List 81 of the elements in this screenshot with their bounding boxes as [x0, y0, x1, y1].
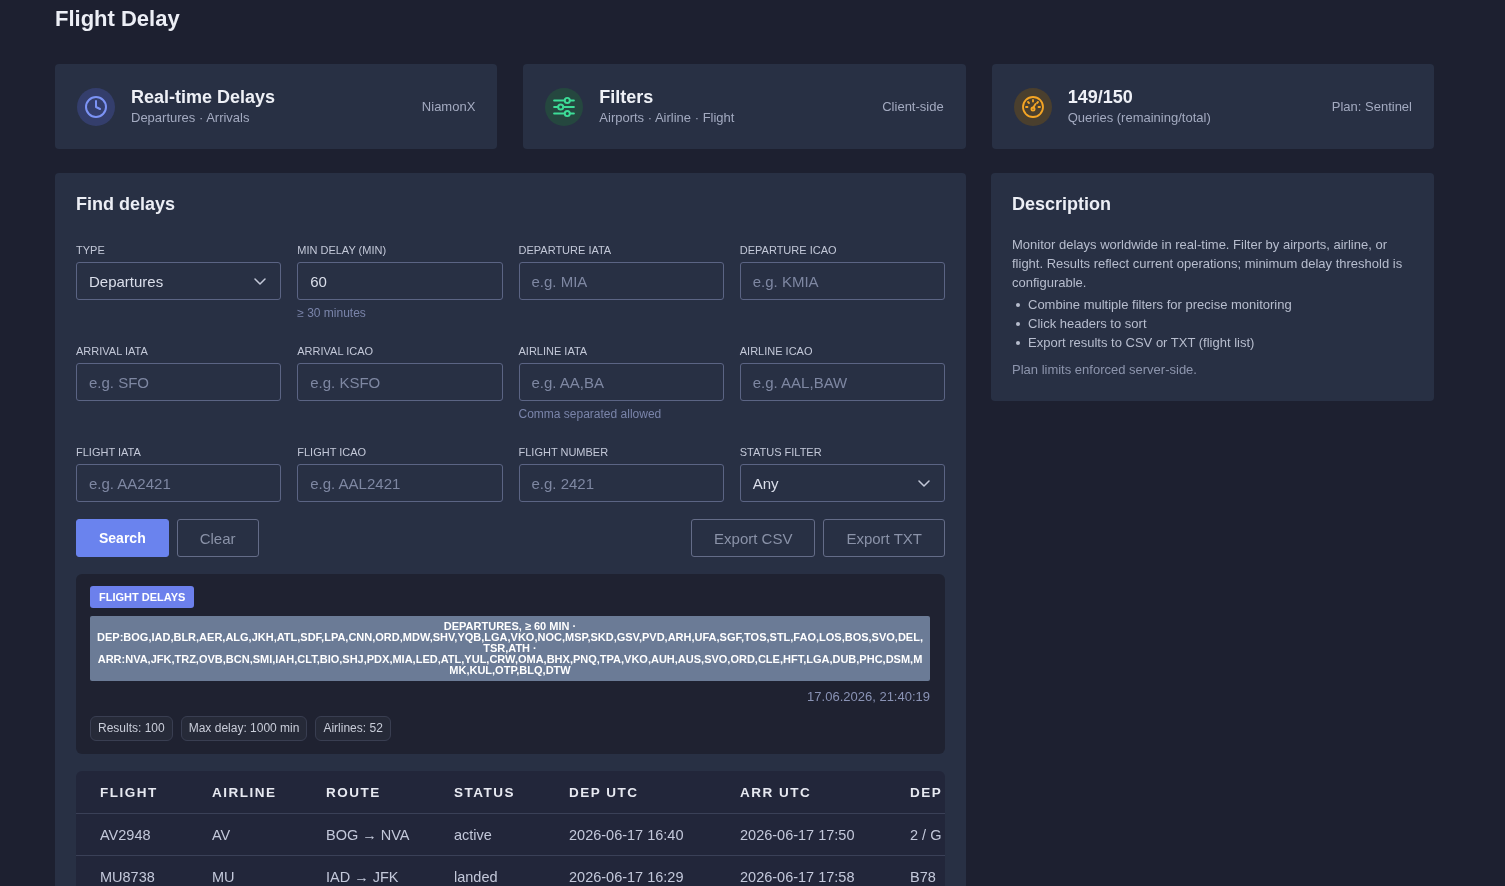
- list-item-text: Export results to CSV or TXT (flight list): [1028, 334, 1255, 352]
- card-title: Real-time Delays: [131, 86, 277, 108]
- card-tag: Plan: Sentinel: [1331, 99, 1412, 114]
- list-item-text: Combine multiple filters for precise monitoring: [1028, 296, 1292, 314]
- table-cell: 2026-06-17 16:40: [569, 826, 684, 843]
- bullet-icon: [1016, 302, 1020, 307]
- field-label: ARRIVAL IATA: [76, 344, 149, 358]
- input-field[interactable]: e.g. AA2421: [76, 464, 282, 502]
- column-header[interactable]: ARR UTC: [740, 784, 812, 800]
- outline-button[interactable]: Clear: [176, 519, 259, 557]
- column-header[interactable]: AIRLINE: [212, 784, 277, 800]
- field-hint: ≥ 30 minutes: [297, 305, 367, 321]
- chevron-icon: [254, 277, 267, 285]
- table-cell: AV2948: [100, 826, 151, 843]
- field-label: MIN DELAY (MIN): [297, 243, 388, 257]
- field-label: STATUS FILTER: [739, 445, 823, 459]
- table-cell: IAD → JFK: [326, 868, 399, 885]
- list-item-text: Click headers to sort: [1028, 315, 1147, 333]
- table-cell: 2 / G: [910, 826, 942, 843]
- panel-title: Find delays: [76, 193, 177, 215]
- field-label: TYPE: [76, 243, 106, 257]
- field-label: AIRLINE IATA: [518, 344, 589, 358]
- field-hint: Comma separated allowed: [518, 406, 663, 422]
- table-cell: 2026-06-17 17:58: [740, 868, 855, 885]
- card-tag: Client-side: [882, 99, 944, 114]
- outline-button[interactable]: Export CSV: [691, 519, 816, 557]
- input-field[interactable]: e.g. AA,BA: [518, 363, 724, 401]
- table-cell: MU: [212, 868, 235, 885]
- card-subtitle: Departures · Arrivals: [131, 109, 251, 127]
- card-subtitle: Airports · Airline · Flight: [599, 109, 736, 127]
- chevron-icon: [918, 479, 930, 487]
- input-field[interactable]: e.g. AAL2421: [297, 464, 503, 502]
- input-field[interactable]: e.g. KSFO: [297, 363, 503, 401]
- column-header[interactable]: FLIGHT: [100, 784, 158, 800]
- card-title: 149/150: [1067, 86, 1134, 108]
- table-cell: 2026-06-17 16:29: [569, 868, 684, 885]
- dropdown-field[interactable]: Any: [739, 464, 945, 502]
- input-field[interactable]: 60: [297, 262, 503, 300]
- bullet-icon: [1016, 321, 1020, 326]
- input-field[interactable]: e.g. SFO: [76, 363, 282, 401]
- stat-chip: Airlines: 52: [315, 716, 391, 741]
- clock-icon: [77, 87, 115, 126]
- card-tag: NiamonX: [421, 99, 476, 114]
- table-cell: B78: [910, 868, 936, 885]
- query-summary-bar: DEPARTURES, ≥ 60 MIN · DEP:BOG,IAD,BLR,AER,ALG,JKH,ATL,SDF,LPA,CNN,ORD,MDW,SHV,YQB,LGA,VKO,NOC,MSP,SKD,GSV,PVD,ARH,UFA,SGF,TOS,STL,FAO,LOS,BOS,SVO,DEL,TSR,ATH · ARR:NVA,JFK,TRZ,OVB,BCN,SMI,IAH,CLT,BIO,SHJ,PDX,MIA,LED,ATL,YUL,CRW,OMA,BHX,PNQ,TPA,VKO,AUH,AUS,SVO,ORD,CLE,HFT,LGA,DUB,PHC,DSM,MMK,KUL,OTP,BLQ,DTW: [90, 616, 930, 681]
- field-label: FLIGHT NUMBER: [518, 445, 610, 459]
- field-label: FLIGHT IATA: [76, 445, 142, 459]
- table-cell: landed: [454, 868, 498, 885]
- card-subtitle: Queries (remaining/total): [1067, 109, 1212, 127]
- timestamp-text: 17.06.2026, 21:40:19: [806, 689, 930, 705]
- card-title: Filters: [599, 86, 655, 108]
- input-field[interactable]: e.g. KMIA: [739, 262, 945, 300]
- stat-chip: Max delay: 1000 min: [180, 716, 308, 741]
- stat-chip: Results: 100: [90, 716, 173, 741]
- field-label: FLIGHT ICAO: [297, 445, 368, 459]
- table-cell: BOG → NVA: [326, 826, 410, 843]
- field-label: ARRIVAL ICAO: [297, 344, 375, 358]
- column-header[interactable]: DEP UTC: [569, 784, 639, 800]
- column-header[interactable]: DEP: [910, 784, 943, 800]
- field-label: DEPARTURE IATA: [518, 243, 613, 257]
- field-label: DEPARTURE ICAO: [739, 243, 838, 257]
- gauge-icon: [1013, 87, 1052, 126]
- input-field[interactable]: e.g. 2421: [518, 464, 724, 502]
- sliders-icon: [545, 87, 584, 126]
- section-badge: FLIGHT DELAYS: [90, 586, 195, 608]
- panel-title: Description: [1012, 193, 1113, 215]
- bullet-icon: [1016, 340, 1020, 345]
- page-title: Flight Delay: [55, 5, 181, 33]
- input-field[interactable]: e.g. AAL,BAW: [739, 363, 945, 401]
- column-header[interactable]: STATUS: [454, 784, 515, 800]
- table-cell: MU8738: [100, 868, 155, 885]
- outline-button[interactable]: Export TXT: [823, 519, 945, 557]
- column-header[interactable]: ROUTE: [326, 784, 381, 800]
- table-cell: active: [454, 826, 492, 843]
- description-text: Monitor delays worldwide in real-time. Filter by airports, airline, or flight. Results reflect current operations; minimum delay threshold is configurable.: [1012, 236, 1404, 292]
- dropdown-field[interactable]: Departures: [76, 262, 282, 300]
- input-field[interactable]: e.g. MIA: [518, 262, 724, 300]
- table-cell: AV: [212, 826, 231, 843]
- table-cell: 2026-06-17 17:50: [740, 826, 855, 843]
- field-label: AIRLINE ICAO: [739, 344, 814, 358]
- note-text: Plan limits enforced server-side.: [1012, 361, 1198, 379]
